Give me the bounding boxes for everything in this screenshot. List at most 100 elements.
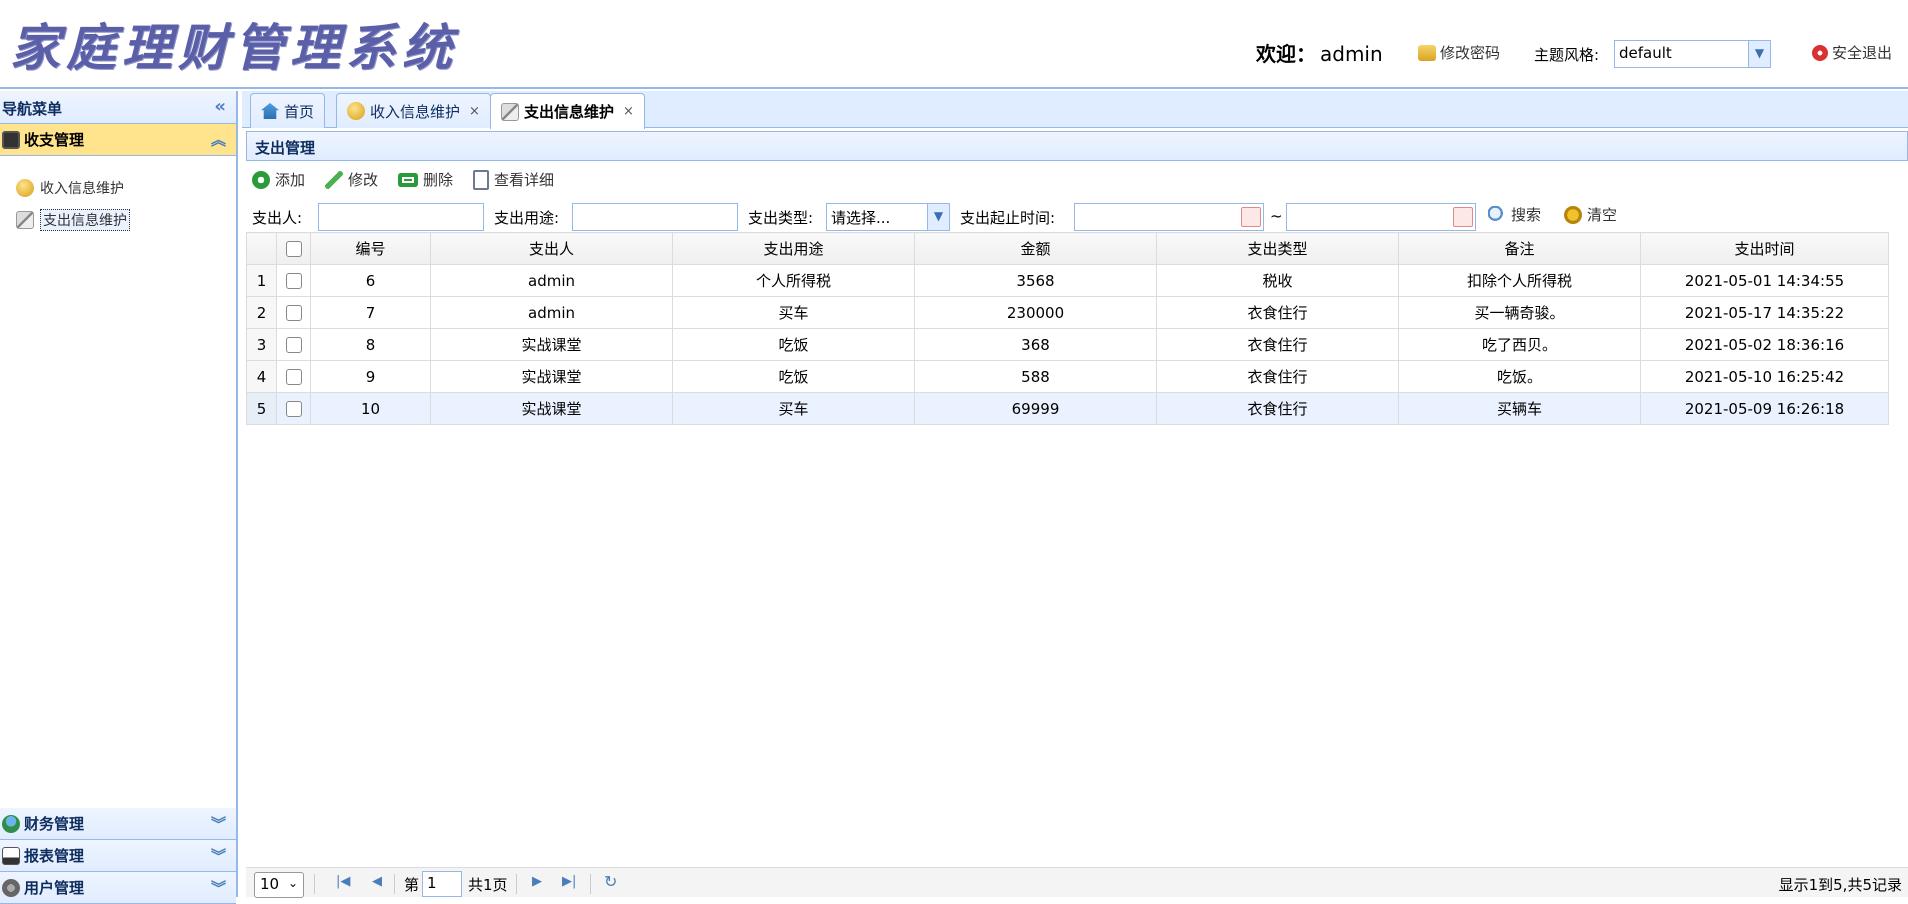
welcome-label: 欢迎： bbox=[1256, 42, 1316, 66]
payer-cell: 实战课堂 bbox=[430, 392, 673, 425]
column-header[interactable]: 支出时间 bbox=[1640, 232, 1889, 265]
row-checkbox[interactable] bbox=[285, 305, 302, 321]
column-header[interactable]: 备注 bbox=[1398, 232, 1641, 265]
page-number-input[interactable]: 1 bbox=[422, 871, 462, 897]
payer-cell: 实战课堂 bbox=[430, 328, 673, 361]
edit-button[interactable]: 修改 bbox=[325, 169, 378, 190]
note-cell: 买辆车 bbox=[1398, 392, 1641, 425]
table-row[interactable]: 1 6 admin 个人所得税 3568 税收 扣除个人所得税 2021-05-… bbox=[246, 264, 1889, 297]
column-header[interactable]: 支出用途 bbox=[672, 232, 915, 265]
pager-summary: 显示1到5,共5记录 bbox=[1778, 876, 1902, 894]
row-checkbox[interactable] bbox=[285, 369, 302, 385]
id-cell: 8 bbox=[310, 328, 431, 361]
nav-panel-finance[interactable]: 财务管理 ︾ bbox=[0, 808, 236, 840]
row-select-cell bbox=[276, 360, 311, 393]
type-cell: 衣食住行 bbox=[1156, 392, 1399, 425]
power-icon bbox=[1812, 44, 1828, 61]
edit-doc-icon bbox=[501, 102, 519, 121]
tab-income[interactable]: 收入信息维护 × bbox=[336, 93, 491, 128]
coins-icon bbox=[347, 102, 365, 120]
add-icon bbox=[252, 170, 270, 189]
time-cell: 2021-05-17 14:35:22 bbox=[1640, 296, 1889, 329]
refresh-icon[interactable]: ↻ bbox=[604, 872, 617, 891]
id-cell: 9 bbox=[310, 360, 431, 393]
row-checkbox[interactable] bbox=[285, 337, 302, 353]
payer-label: 支出人: bbox=[252, 209, 303, 227]
pager-divider bbox=[516, 874, 517, 894]
note-cell: 吃了西贝。 bbox=[1398, 328, 1641, 361]
edit-label: 修改 bbox=[348, 171, 379, 189]
table-row[interactable]: 2 7 admin 买车 230000 衣食住行 买一辆奇骏。 2021-05-… bbox=[246, 296, 1889, 329]
add-button[interactable]: 添加 bbox=[252, 169, 305, 190]
type-cell: 衣食住行 bbox=[1156, 296, 1399, 329]
gear-icon bbox=[2, 878, 20, 897]
detail-label: 查看详细 bbox=[494, 171, 555, 189]
theme-select[interactable]: default ▼ bbox=[1614, 40, 1771, 68]
payer-cell: admin bbox=[430, 264, 673, 297]
close-icon[interactable]: × bbox=[623, 104, 634, 119]
app-header: 家庭理财管理系统 欢迎： admin 修改密码 主题风格: default ▼ 安… bbox=[0, 0, 1908, 89]
prev-page-icon[interactable]: ◀ bbox=[372, 874, 382, 889]
column-header[interactable]: 金额 bbox=[914, 232, 1157, 265]
column-header[interactable]: 支出类型 bbox=[1156, 232, 1399, 265]
end-date-input[interactable] bbox=[1286, 203, 1476, 231]
payer-cell: 实战课堂 bbox=[430, 360, 673, 393]
table-row[interactable]: 3 8 实战课堂 吃饭 368 衣食住行 吃了西贝。 2021-05-02 18… bbox=[246, 328, 1889, 361]
nav-panel-reports[interactable]: 报表管理 ︾ bbox=[0, 840, 236, 872]
edit-doc-icon bbox=[16, 211, 34, 229]
tab-expense[interactable]: 支出信息维护 × bbox=[490, 93, 645, 129]
rownum-header bbox=[246, 232, 277, 265]
time-cell: 2021-05-10 16:25:42 bbox=[1640, 360, 1889, 393]
column-header[interactable]: 编号 bbox=[310, 232, 431, 265]
column-header[interactable]: 支出人 bbox=[430, 232, 673, 265]
sidebar-item-income[interactable]: 收入信息维护 bbox=[14, 172, 236, 204]
calendar-icon[interactable] bbox=[1241, 207, 1261, 227]
nav-title: 导航菜单 « bbox=[0, 91, 236, 124]
close-icon[interactable]: × bbox=[469, 104, 480, 119]
table-row[interactable]: 4 9 实战课堂 吃饭 588 衣食住行 吃饭。 2021-05-10 16:2… bbox=[246, 360, 1889, 393]
range-separator: ~ bbox=[1270, 207, 1283, 225]
type-select[interactable]: 请选择... ▼ bbox=[826, 203, 950, 231]
table-row[interactable]: 5 10 实战课堂 买车 69999 衣食住行 买辆车 2021-05-09 1… bbox=[246, 392, 1889, 425]
search-button[interactable]: 搜索 bbox=[1488, 204, 1541, 225]
payer-input[interactable] bbox=[318, 203, 484, 231]
row-checkbox[interactable] bbox=[285, 273, 302, 289]
select-all-checkbox[interactable] bbox=[285, 241, 302, 257]
nav-panel-label: 财务管理 bbox=[24, 815, 85, 833]
row-checkbox[interactable] bbox=[285, 401, 302, 417]
logout-label: 安全退出 bbox=[1832, 44, 1893, 62]
tab-label: 收入信息维护 bbox=[370, 102, 461, 121]
amount-cell: 3568 bbox=[914, 264, 1157, 297]
calendar-icon[interactable] bbox=[1453, 207, 1473, 227]
minus-icon bbox=[398, 172, 419, 187]
last-page-icon[interactable]: ▶| bbox=[562, 874, 576, 889]
detail-button[interactable]: 查看详细 bbox=[473, 169, 554, 190]
collapse-left-icon[interactable]: « bbox=[214, 96, 226, 117]
first-page-icon[interactable]: |◀ bbox=[336, 874, 350, 889]
purpose-cell: 个人所得税 bbox=[672, 264, 915, 297]
logout-link[interactable]: 安全退出 bbox=[1812, 42, 1892, 63]
delete-button[interactable]: 删除 bbox=[398, 169, 453, 190]
next-page-icon[interactable]: ▶ bbox=[532, 874, 542, 889]
amount-cell: 368 bbox=[914, 328, 1157, 361]
time-range-label: 支出起止时间: bbox=[960, 209, 1056, 227]
nav-panel-users[interactable]: 用户管理 ︾ bbox=[0, 872, 236, 904]
note-cell: 扣除个人所得税 bbox=[1398, 264, 1641, 297]
purpose-input[interactable] bbox=[572, 203, 738, 231]
tab-home[interactable]: 首页 bbox=[250, 93, 326, 128]
id-cell: 6 bbox=[310, 264, 431, 297]
page-size-select[interactable]: 10 ⌄ bbox=[254, 872, 304, 898]
clear-button[interactable]: 清空 bbox=[1564, 204, 1617, 225]
select-all-header bbox=[276, 232, 311, 265]
nav-panel-items: 收入信息维护 支出信息维护 bbox=[0, 156, 236, 808]
nav-panel-label: 报表管理 bbox=[24, 847, 85, 865]
page-size-value: 10 bbox=[260, 875, 280, 893]
lock-icon bbox=[1418, 44, 1436, 61]
sidebar-item-expense[interactable]: 支出信息维护 bbox=[14, 204, 236, 236]
main-area: 首页 收入信息维护 × 支出信息维护 × 支出管理 添加 修改 删除 查看详细 bbox=[242, 91, 1908, 898]
chevron-up-icon: ︽ bbox=[210, 131, 226, 149]
start-date-input[interactable] bbox=[1074, 203, 1264, 231]
nav-panel-income-expense[interactable]: 收支管理 ︽ bbox=[0, 124, 236, 156]
change-password-link[interactable]: 修改密码 bbox=[1418, 42, 1500, 63]
purpose-label: 支出用途: bbox=[494, 209, 560, 227]
